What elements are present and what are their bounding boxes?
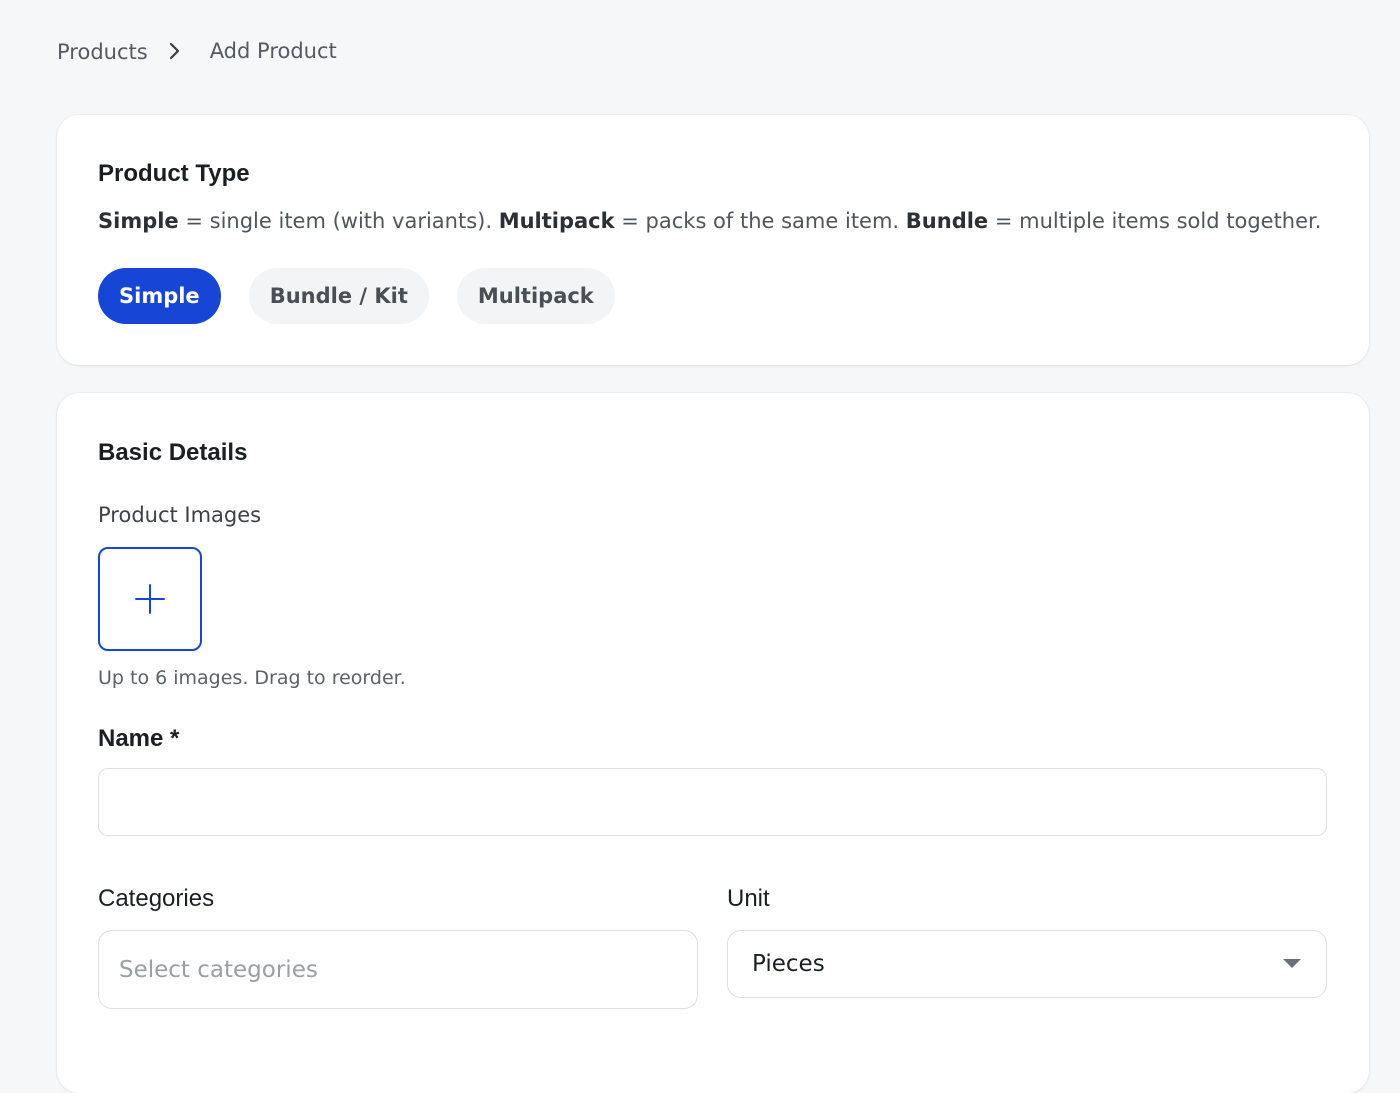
- product-type-title: Product Type: [98, 160, 250, 187]
- name-label: Name *: [98, 725, 180, 752]
- bundle-term: Bundle: [905, 209, 989, 233]
- basic-details-card: Basic Details Product Images Up to 6 ima…: [57, 393, 1369, 1093]
- caret-down-icon: [1283, 959, 1301, 968]
- product-type-options: Simple Bundle / Kit Multipack: [98, 268, 615, 324]
- simple-text: = single item (with variants).: [178, 209, 499, 233]
- plus-icon: [135, 584, 165, 614]
- add-image-button[interactable]: [98, 547, 202, 651]
- product-type-card: Product Type Simple = single item (with …: [57, 115, 1369, 365]
- type-multipack-button[interactable]: Multipack: [456, 268, 615, 324]
- multipack-term: Multipack: [498, 209, 615, 233]
- bundle-text: = multiple items sold together.: [988, 209, 1322, 233]
- type-bundle-kit-button[interactable]: Bundle / Kit: [248, 268, 429, 324]
- breadcrumb: Products Add Product: [57, 38, 337, 64]
- categories-label: Categories: [98, 885, 215, 912]
- basic-details-title: Basic Details: [98, 439, 248, 466]
- images-hint: Up to 6 images. Drag to reorder.: [98, 667, 406, 689]
- product-images-label: Product Images: [98, 503, 262, 527]
- categories-input[interactable]: [98, 930, 698, 1009]
- chevron-right-icon: [168, 42, 198, 60]
- unit-label: Unit: [727, 885, 770, 912]
- breadcrumb-current: Add Product: [209, 39, 337, 63]
- name-input[interactable]: [98, 768, 1327, 836]
- unit-select[interactable]: Pieces: [727, 930, 1327, 998]
- breadcrumb-products-link[interactable]: Products: [57, 40, 148, 64]
- unit-select-value: Pieces: [752, 951, 825, 977]
- product-type-description: Simple = single item (with variants). Mu…: [98, 209, 1321, 233]
- type-simple-button[interactable]: Simple: [98, 268, 221, 324]
- simple-term: Simple: [98, 209, 179, 233]
- multipack-text: = packs of the same item.: [614, 209, 906, 233]
